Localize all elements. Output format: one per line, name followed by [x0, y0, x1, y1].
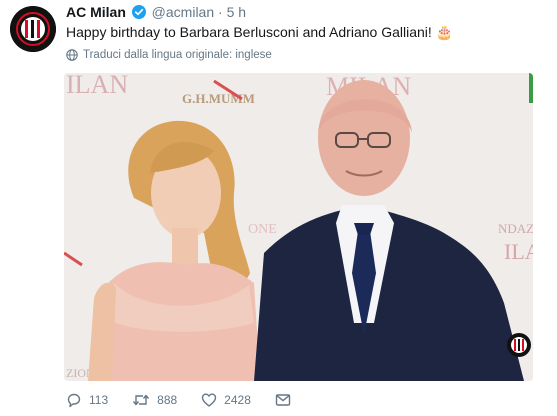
- verified-badge-icon: [131, 5, 146, 22]
- reply-count: 113: [89, 393, 109, 407]
- avatar[interactable]: [10, 6, 56, 52]
- retweet-icon: [133, 394, 150, 406]
- dm-icon: [275, 394, 291, 406]
- retweet-count: 888: [157, 393, 178, 407]
- tweet-photo[interactable]: ILAN G.H.MUMM MILAN ONE NDAZ ILAN ZION: [64, 73, 533, 381]
- globe-icon: [66, 49, 78, 61]
- dm-button[interactable]: [275, 393, 291, 407]
- account-name[interactable]: AC Milan: [66, 4, 126, 20]
- tweet-text: Happy birthday to Barbara Berlusconi and…: [66, 24, 454, 40]
- retweet-button[interactable]: 888: [132, 392, 177, 408]
- backdrop-text: ONE: [248, 222, 277, 237]
- backdrop-text: ILAN: [66, 73, 128, 99]
- separator: ·: [218, 4, 223, 20]
- like-button[interactable]: 2428: [201, 392, 251, 408]
- reply-icon: [67, 393, 81, 408]
- account-handle[interactable]: @acmilan: [152, 4, 214, 20]
- tweet-header: AC Milan @acmilan · 5 h: [66, 4, 246, 22]
- backdrop-text: G.H.MUMM: [182, 91, 255, 106]
- acmilan-logo: [10, 6, 56, 52]
- reply-button[interactable]: 113: [66, 392, 108, 408]
- like-icon: [201, 393, 217, 407]
- tweet-actions: 113 888 2428: [66, 392, 315, 408]
- translate-link[interactable]: Traduci dalla lingua originale: inglese: [66, 49, 272, 61]
- like-count: 2428: [224, 393, 251, 407]
- photo-image: ILAN G.H.MUMM MILAN ONE NDAZ ILAN ZION: [64, 73, 533, 381]
- backdrop-text: NDAZ: [498, 221, 533, 236]
- timestamp[interactable]: 5 h: [227, 4, 246, 20]
- translate-label: Traduci dalla lingua originale: inglese: [83, 49, 272, 61]
- backdrop-text: ILAN: [504, 239, 533, 264]
